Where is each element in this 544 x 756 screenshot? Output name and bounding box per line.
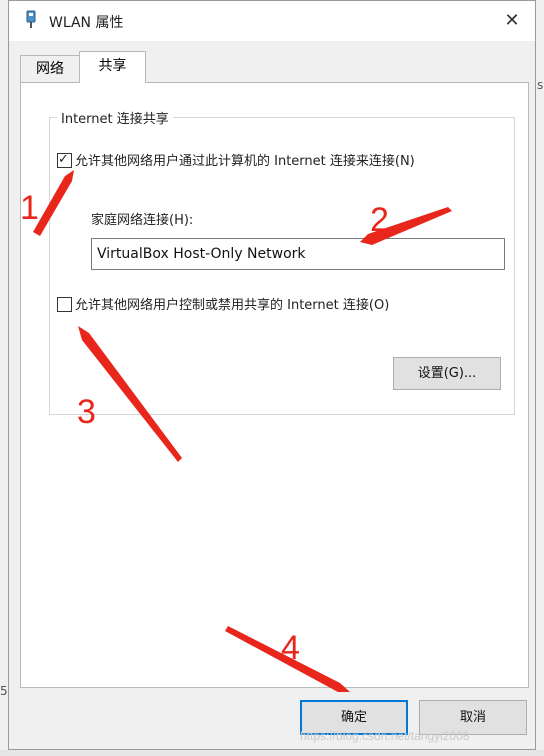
background-window-edge-bottom xyxy=(0,750,544,756)
background-stray-text-right: s（ xyxy=(537,78,544,108)
background-window-edge-right xyxy=(536,0,544,756)
ics-group-title: Internet 连接共享 xyxy=(57,108,173,127)
tab-network[interactable]: 网络 xyxy=(20,55,80,82)
background-stray-text: 5 xyxy=(0,684,8,698)
close-button[interactable]: ✕ xyxy=(489,1,535,41)
allow-control-checkbox[interactable] xyxy=(57,297,72,312)
allow-sharing-checkbox[interactable]: ✓ xyxy=(57,152,72,168)
network-adapter-icon xyxy=(26,10,36,28)
settings-button[interactable]: 设置(G)... xyxy=(393,357,501,390)
window-title: WLAN 属性 xyxy=(49,15,124,31)
sharing-tab-panel: Internet 连接共享 ✓ 允许其他网络用户通过此计算机的 Internet… xyxy=(20,82,529,688)
tab-sharing[interactable]: 共享 xyxy=(79,51,146,83)
allow-sharing-label[interactable]: 允许其他网络用户通过此计算机的 Internet 连接来连接(N) xyxy=(75,150,415,169)
home-network-label: 家庭网络连接(H): xyxy=(91,213,194,228)
background-window-edge-left xyxy=(0,0,8,756)
watermark-text: https://blog.csdn.net/tangyi2008 xyxy=(300,729,470,743)
wlan-properties-dialog: WLAN 属性 ✕ 网络 共享 Internet 连接共享 ✓ 允许其他网络用户… xyxy=(8,0,536,750)
checkmark-icon: ✓ xyxy=(58,152,69,167)
allow-control-label[interactable]: 允许其他网络用户控制或禁用共享的 Internet 连接(O) xyxy=(75,294,389,313)
title-bar[interactable]: WLAN 属性 ✕ xyxy=(9,1,535,41)
home-network-field[interactable] xyxy=(91,238,505,270)
